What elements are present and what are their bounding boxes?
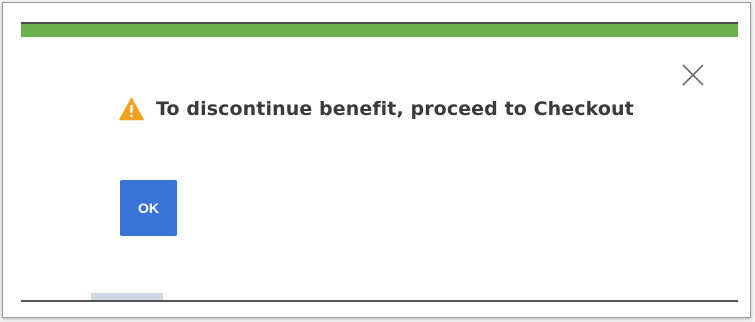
close-icon: [678, 60, 708, 90]
dialog-message: To discontinue benefit, proceed to Check…: [156, 98, 634, 120]
accent-bar: [21, 24, 738, 37]
warning-icon: [119, 97, 144, 121]
close-button[interactable]: [678, 60, 708, 90]
message-row: To discontinue benefit, proceed to Check…: [119, 97, 634, 121]
bottom-divider: [21, 300, 738, 302]
dialog-window: To discontinue benefit, proceed to Check…: [2, 2, 751, 318]
ok-button[interactable]: OK: [120, 180, 177, 236]
